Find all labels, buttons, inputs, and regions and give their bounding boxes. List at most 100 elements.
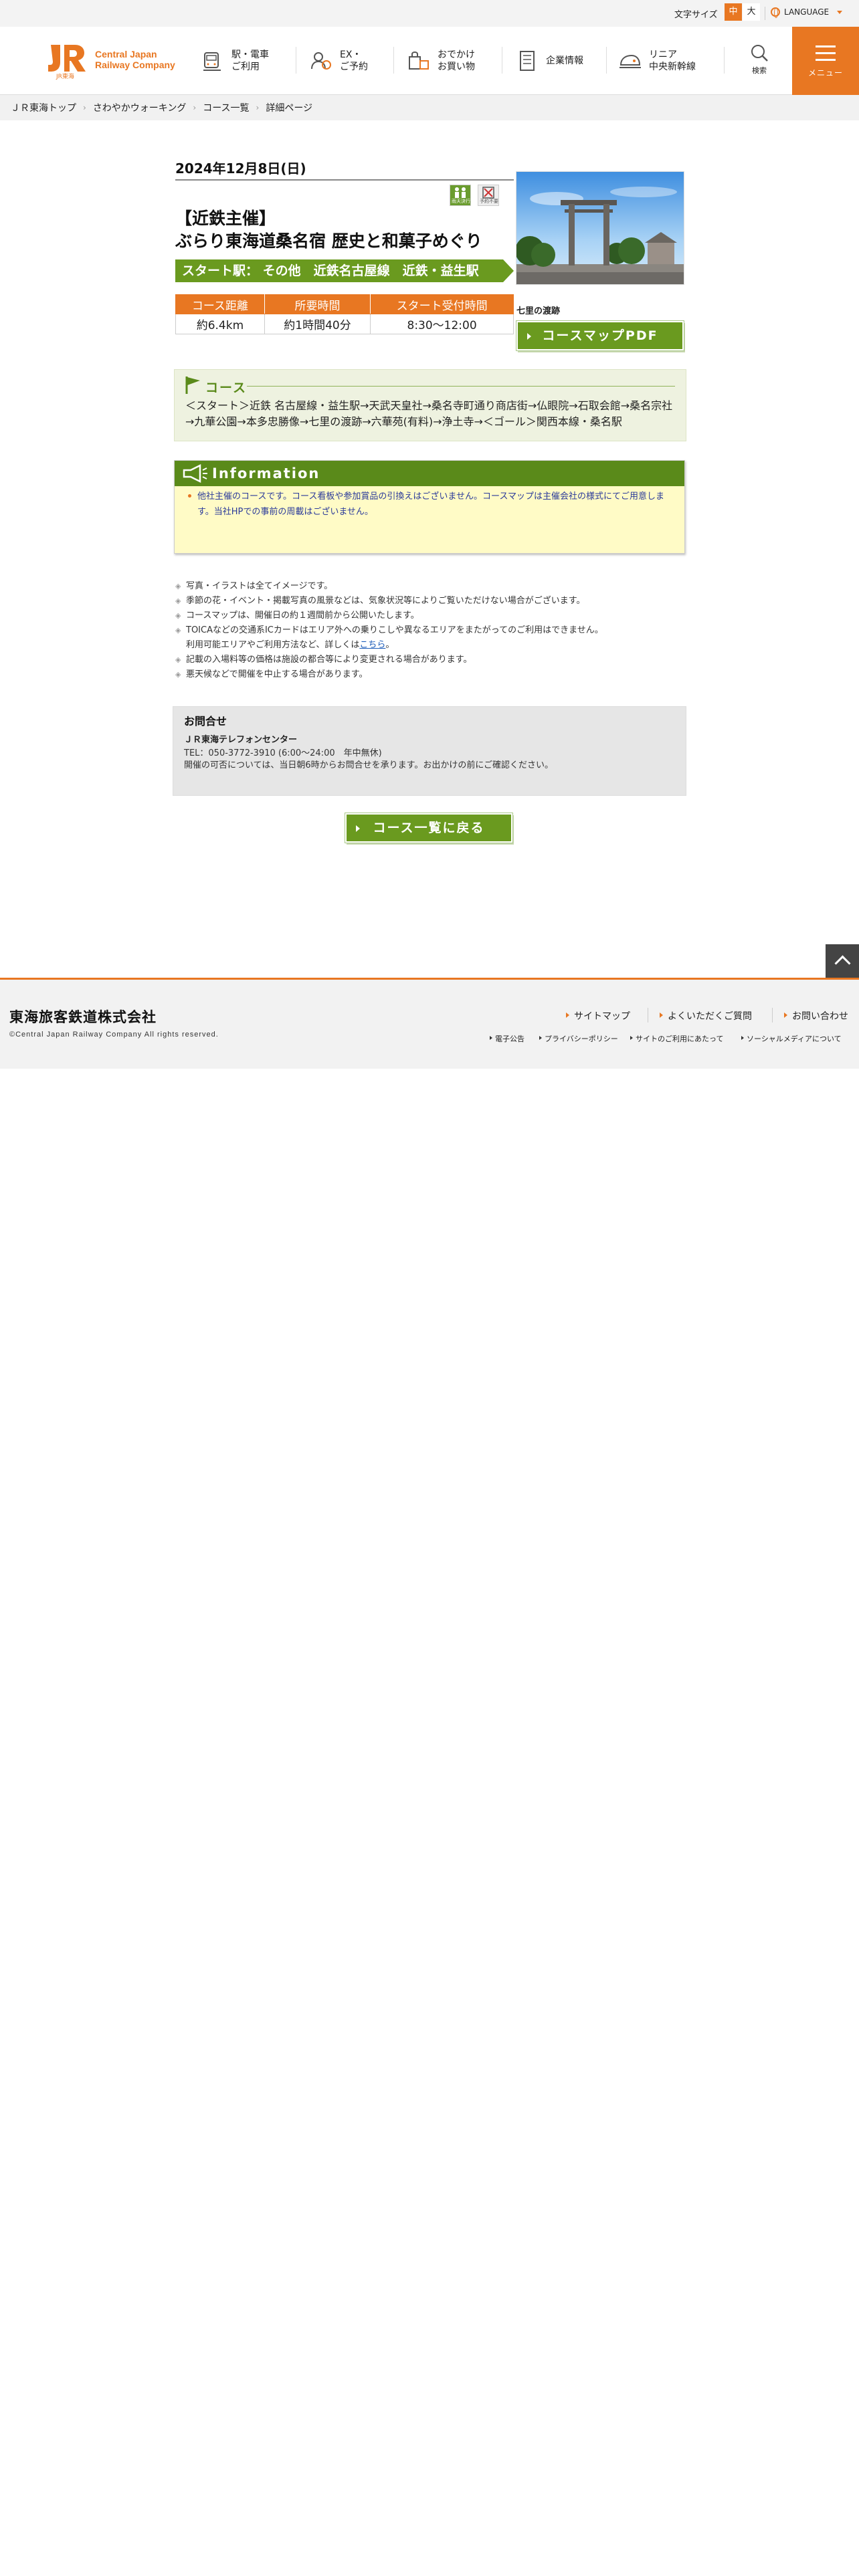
- jr-central-logo[interactable]: JR東海 Central Japan Railway Company: [47, 42, 187, 80]
- contact-note: 開催の可否については、当日朝6時からお問合せを承ります。お出かけの前にご確認くだ…: [184, 760, 554, 770]
- nav-label: 中央新幹線: [649, 62, 696, 72]
- breadcrumb-item-course-list[interactable]: コース一覧: [203, 101, 249, 114]
- hamburger-icon: [816, 59, 836, 61]
- chevron-right-icon: ›: [83, 103, 86, 112]
- note-item: コースマップは、開催日の約１週間前から公開いたします。: [175, 609, 684, 623]
- nav-label: 企業情報: [546, 56, 583, 66]
- information-text: 他社主催のコースです。コース看板や参加賞品の引換えはございません。コースマップは…: [188, 489, 676, 520]
- nav-separator: [606, 47, 607, 74]
- contact-tel: TEL：050-3772-3910 (6:00～24:00 年中無休): [184, 748, 382, 758]
- language-label: LANGUAGE: [784, 7, 830, 17]
- badge-label: 雨天決行: [452, 199, 470, 204]
- building-icon: [520, 51, 535, 71]
- footer-link-sitemap[interactable]: サイトマップ: [566, 1009, 630, 1023]
- divider: [247, 386, 675, 387]
- font-size-label: 文字サイズ: [674, 10, 718, 20]
- footer-link-privacy[interactable]: プライバシーポリシー: [539, 1033, 618, 1044]
- footer-separator: [772, 1008, 773, 1023]
- nav-label: EX・: [340, 49, 362, 60]
- chevron-down-icon: [837, 10, 843, 14]
- start-station-bar: スタート駅： その他 近鉄名古屋線 近鉄・益生駅: [175, 259, 514, 282]
- site-footer: 東海旅客鉄道株式会社 ©Central Japan Railway Compan…: [0, 978, 859, 1069]
- footer-link-public-notice[interactable]: 電子公告: [490, 1033, 524, 1044]
- font-size-large-button[interactable]: 大: [743, 3, 760, 21]
- breadcrumb: ＪＲ東海トップ › さわやかウォーキング › コース一覧 › 詳細ページ: [0, 95, 859, 120]
- button-label: コース一覧に戻る: [373, 821, 485, 835]
- footer-link-site-use[interactable]: サイトのご利用にあたって: [630, 1033, 723, 1044]
- course-distance: 約6.4km: [175, 314, 265, 334]
- note-item: 季節の花・イベント・掲載写真の風景などは、気象状況等によりご覧いただけない場合が…: [175, 594, 684, 609]
- hamburger-icon: [816, 52, 836, 54]
- rain-ok-badge: 雨天決行: [450, 185, 471, 206]
- course-duration: 約1時間40分: [264, 314, 371, 334]
- ic-card-details-link[interactable]: こちら: [359, 640, 385, 650]
- page-top-button[interactable]: [826, 944, 859, 978]
- search-button[interactable]: 検索: [746, 43, 773, 76]
- photo-caption: 七里の渡跡: [516, 306, 561, 316]
- no-reservation-badge: 予約不要: [478, 185, 499, 206]
- note-item: 写真・イラストは全てイメージです。: [175, 579, 684, 594]
- event-title-main: ぶらり東海道桑名宿 歴史と和菓子めぐり: [175, 231, 482, 251]
- course-section: コース ＜スタート＞近鉄 名古屋線・益生駅→天武天皇社→桑名寺町通り商店街→仏眼…: [174, 369, 686, 441]
- nav-item-ex-reservation[interactable]: EX・ ご予約: [309, 45, 368, 76]
- footer-link-faq[interactable]: よくいただくご質問: [660, 1009, 752, 1023]
- breadcrumb-item-current: 詳細ページ: [266, 103, 313, 114]
- shopping-icon: [409, 51, 429, 70]
- note-item: TOICAなどの交通系ICカードはエリア外への乗りこしや異なるエリアをまたがって…: [175, 623, 684, 638]
- nav-item-shopping[interactable]: おでかけ お買い物: [407, 45, 475, 76]
- nav-item-stations[interactable]: 駅・電車 ご利用: [201, 45, 269, 76]
- maglev-icon: [619, 54, 641, 68]
- footer-copyright: ©Central Japan Railway Company All right…: [9, 1031, 219, 1039]
- table-header-row: コース距離 所要時間 スタート受付時間: [175, 294, 514, 314]
- globe-icon: [771, 7, 780, 18]
- utility-bar: 文字サイズ 中 大 LANGUAGE: [0, 0, 859, 27]
- font-size-medium-button[interactable]: 中: [725, 3, 742, 21]
- nav-item-maglev[interactable]: リニア 中央新幹線: [618, 45, 696, 76]
- nav-label: リニア: [649, 49, 677, 60]
- footer-link-social-media[interactable]: ソーシャルメディアについて: [741, 1033, 842, 1044]
- language-selector[interactable]: LANGUAGE: [771, 7, 843, 18]
- contact-name: ＪＲ東海テレフォンセンター: [184, 735, 298, 745]
- event-date: 2024年12月8日(日): [175, 160, 306, 177]
- course-heading: コース: [205, 381, 248, 395]
- course-route: ＜スタート＞近鉄 名古屋線・益生駅→天武天皇社→桑名寺町通り商店街→仏眼院→石取…: [185, 399, 673, 428]
- note-item: 記載の入場料等の価格は施設の都合等により変更される場合があります。: [175, 653, 684, 667]
- course-map-pdf-button[interactable]: コースマップPDF: [516, 321, 684, 350]
- note-continuation: 利用可能エリアやご利用方法など、詳しくはこちら。: [175, 638, 684, 653]
- course-photo: [516, 171, 684, 285]
- jr-logo-icon: JR東海: [48, 45, 86, 80]
- nav-label: おでかけ: [438, 49, 475, 60]
- chevron-right-icon: ›: [256, 103, 260, 112]
- train-icon: [203, 52, 221, 71]
- information-header: Information: [175, 461, 684, 486]
- information-section: Information 他社主催のコースです。コース看板や参加賞品の引換えはござ…: [174, 460, 685, 554]
- back-to-course-list-button[interactable]: コース一覧に戻る: [345, 813, 512, 843]
- breadcrumb-item-top[interactable]: ＪＲ東海トップ: [11, 101, 76, 114]
- menu-button[interactable]: メニュー: [792, 27, 859, 95]
- breadcrumb-item-walking[interactable]: さわやかウォーキング: [93, 101, 187, 114]
- arrow-right-icon: [356, 825, 360, 832]
- search-icon: [751, 45, 768, 62]
- megaphone-icon: [183, 463, 207, 484]
- ex-reservation-icon: [311, 52, 331, 70]
- contact-section: お問合せ ＪＲ東海テレフォンセンター TEL：050-3772-3910 (6:…: [173, 706, 686, 796]
- arrow-right-icon: [527, 333, 531, 340]
- flag-icon: [185, 377, 200, 394]
- nav-label: 駅・電車: [231, 49, 269, 60]
- note-continuation-text: 利用可能エリアやご利用方法など、詳しくは: [186, 640, 360, 650]
- divider: [175, 179, 514, 181]
- table-header: 所要時間: [264, 294, 371, 314]
- chevron-right-icon: ›: [193, 103, 197, 112]
- footer-link-contact[interactable]: お問い合わせ: [784, 1009, 848, 1023]
- site-header: JR東海 Central Japan Railway Company 駅・電車ご…: [0, 27, 859, 95]
- nav-separator: [393, 47, 394, 74]
- table-header: コース距離: [175, 294, 265, 314]
- event-title-organizer: 【近鉄主催】: [175, 209, 276, 228]
- course-info-table: コース距離 所要時間 スタート受付時間 約6.4km 約1時間40分 8:30～…: [175, 294, 514, 334]
- badge-label: 予約不要: [480, 199, 498, 204]
- logo-text-line2: Railway Company: [95, 60, 175, 70]
- notes-list: 写真・イラストは全てイメージです。 季節の花・イベント・掲載写真の風景などは、気…: [175, 579, 684, 682]
- nav-item-corporate[interactable]: 企業情報: [515, 45, 583, 76]
- note-item: 悪天候などで開催を中止する場合があります。: [175, 667, 684, 682]
- start-reception-time: 8:30～12:00: [370, 314, 514, 334]
